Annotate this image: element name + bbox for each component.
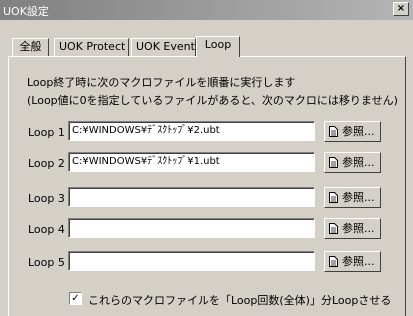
document-icon (329, 126, 338, 137)
loop-2-browse-label: 参照... (342, 156, 375, 169)
loop-3-path-input[interactable] (68, 187, 315, 207)
description-line-1: Loop終了時に次のマクロファイルを順番に実行します (27, 76, 296, 89)
loop-4-browse-label: 参照... (342, 222, 375, 235)
loop-4-path-input[interactable] (68, 218, 315, 238)
loop-1-path-input[interactable]: C:¥WINDOWS¥ﾃﾞｽｸﾄｯﾌﾟ¥2.ubt (68, 121, 315, 141)
loop-3-label: Loop 3 (28, 192, 65, 205)
loop-1-browse-button[interactable]: 参照... (324, 121, 381, 142)
tab-uok-event[interactable]: UOK Event (131, 38, 196, 56)
tab-general[interactable]: 全般 (12, 38, 49, 56)
tab-uok-protect[interactable]: UOK Protect (54, 38, 129, 56)
loop-5-label: Loop 5 (28, 256, 65, 269)
loop-3-browse-button[interactable]: 参照... (324, 187, 381, 208)
document-icon (329, 192, 338, 203)
loop-5-browse-label: 参照... (342, 255, 375, 268)
loop-4-browse-button[interactable]: 参照... (324, 218, 381, 239)
close-button[interactable]: × (393, 2, 409, 16)
title-bar: UOK設定 × (0, 0, 413, 20)
loop-all-checkbox[interactable]: ✓ (69, 292, 82, 305)
loop-4-label: Loop 4 (28, 223, 65, 236)
document-icon (329, 256, 338, 267)
loop-2-label: Loop 2 (28, 157, 65, 170)
loop-5-browse-button[interactable]: 参照... (324, 251, 381, 272)
description-line-2: (Loop値に0を指定しているファイルがあると、次のマクロには移りません) (27, 94, 398, 107)
loop-all-checkbox-label[interactable]: これらのマクロファイルを「Loop回数(全体)」分Loopさせる (88, 292, 391, 308)
loop-2-path-input[interactable]: C:¥WINDOWS¥ﾃﾞｽｸﾄｯﾌﾟ¥1.ubt (68, 152, 315, 172)
loop-3-browse-label: 参照... (342, 191, 375, 204)
loop-1-browse-label: 参照... (342, 125, 375, 138)
document-icon (329, 223, 338, 234)
loop-2-browse-button[interactable]: 参照... (324, 152, 381, 173)
document-icon (329, 157, 338, 168)
loop-5-path-input[interactable] (68, 251, 315, 271)
tab-loop[interactable]: Loop (196, 36, 240, 57)
window-title: UOK設定 (3, 5, 49, 18)
loop-1-label: Loop 1 (28, 126, 65, 139)
